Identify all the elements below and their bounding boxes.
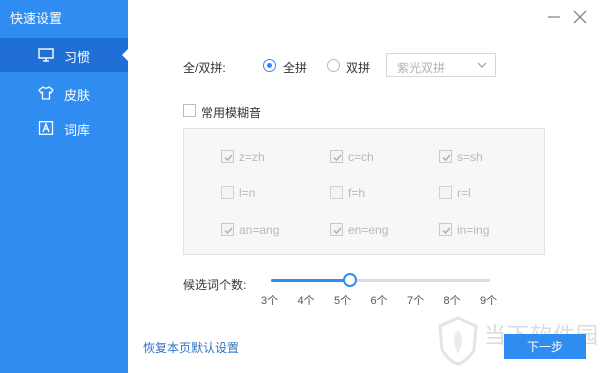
slider-tick-label: 7个 [407, 295, 425, 307]
font-a-icon [38, 121, 54, 135]
fuzzy-checkbox-in-ing[interactable] [439, 223, 452, 236]
fuzzy-checkbox-c-ch[interactable] [330, 150, 343, 163]
sidebar: 快速设置 习惯 皮肤 词库 [0, 0, 129, 373]
check-icon [333, 154, 342, 162]
fuzzy-checkbox-s-sh[interactable] [439, 150, 452, 163]
fuzzy-label: en=eng [348, 223, 389, 237]
close-icon[interactable] [571, 8, 589, 26]
fuzzy-label: z=zh [239, 150, 265, 164]
scheme-selected-value: 紫光双拼 [397, 61, 446, 75]
watermark-shield-icon [438, 316, 478, 366]
monitor-icon [38, 48, 54, 62]
sidebar-item-label: 词库 [64, 123, 91, 138]
fuzzy-sound-label[interactable]: 常用模糊音 [201, 104, 261, 121]
double-pinyin-radio[interactable] [327, 59, 340, 72]
full-pinyin-radio[interactable] [263, 59, 276, 72]
tshirt-icon [38, 86, 54, 100]
sidebar-item-lexicon[interactable]: 词库 [0, 111, 128, 145]
fuzzy-sound-checkbox[interactable] [183, 104, 196, 117]
fuzzy-label: s=sh [457, 150, 483, 164]
sidebar-item-label: 皮肤 [64, 88, 91, 103]
slider-tick-label: 6个 [370, 295, 388, 307]
slider-fill [271, 279, 350, 282]
fuzzy-label: f=h [348, 186, 366, 200]
fuzzy-label: an=ang [239, 223, 280, 237]
slider-handle[interactable] [343, 273, 357, 287]
check-icon [442, 154, 451, 162]
chevron-down-icon [477, 62, 487, 68]
pinyin-mode-label: 全/双拼: [183, 61, 226, 75]
fuzzy-label: in=ing [457, 223, 490, 237]
fuzzy-label: l=n [239, 186, 256, 200]
sidebar-item-label: 习惯 [64, 50, 91, 65]
slider-tick-label: 3个 [261, 295, 279, 307]
fuzzy-label: c=ch [348, 150, 374, 164]
check-icon [333, 227, 342, 235]
check-icon [442, 227, 451, 235]
slider-tick-label: 9个 [480, 295, 498, 307]
fuzzy-checkbox-l-n[interactable] [221, 186, 234, 199]
slider-tick-label: 8个 [443, 295, 461, 307]
active-caret [122, 48, 129, 62]
full-pinyin-label[interactable]: 全拼 [283, 59, 307, 76]
fuzzy-label: r=l [457, 186, 471, 200]
fuzzy-checkbox-f-h[interactable] [330, 186, 343, 199]
slider-tick-label: 4个 [297, 295, 315, 307]
candidate-count-slider-track[interactable] [271, 279, 490, 282]
next-button[interactable]: 下一步 [504, 334, 586, 359]
minimize-icon[interactable] [545, 8, 563, 26]
slider-tick-label: 5个 [334, 295, 352, 307]
check-icon [224, 227, 233, 235]
double-pinyin-scheme-select[interactable]: 紫光双拼 [386, 53, 496, 77]
sidebar-item-habits[interactable]: 习惯 [0, 38, 129, 72]
fuzzy-checkbox-z-zh[interactable] [221, 150, 234, 163]
sidebar-item-skin[interactable]: 皮肤 [0, 76, 128, 110]
restore-defaults-link[interactable]: 恢复本页默认设置 [143, 339, 239, 356]
candidate-count-label: 候选词个数: [183, 278, 247, 292]
fuzzy-checkbox-an-ang[interactable] [221, 223, 234, 236]
double-pinyin-label[interactable]: 双拼 [346, 59, 370, 76]
check-icon [224, 154, 233, 162]
fuzzy-checkbox-r-l[interactable] [439, 186, 452, 199]
fuzzy-checkbox-en-eng[interactable] [330, 223, 343, 236]
app-title: 快速设置 [10, 11, 63, 26]
